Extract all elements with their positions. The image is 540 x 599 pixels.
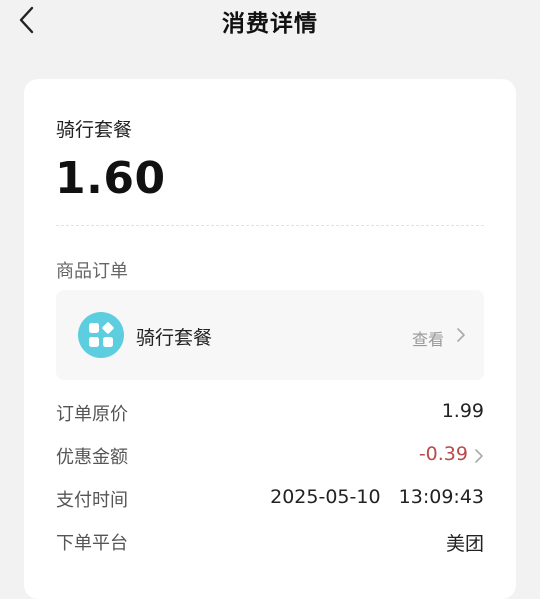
detail-row-original-price: 订单原价 1.99	[56, 400, 484, 426]
consumption-detail-card: 骑行套餐 1.60 商品订单 骑行套餐 查看 订单原价 1.99 优惠金额 -0…	[24, 79, 516, 599]
chevron-right-icon	[457, 328, 465, 342]
amount-value: 1.60	[55, 153, 166, 204]
detail-value: 2025-05-10 13:09:43	[270, 486, 484, 508]
product-order-item[interactable]: 骑行套餐 查看	[56, 290, 484, 380]
page-title: 消费详情	[222, 11, 318, 37]
detail-label: 支付时间	[56, 490, 128, 511]
detail-label: 订单原价	[56, 404, 128, 425]
dashed-divider	[56, 225, 484, 226]
detail-value: 1.99	[441, 400, 484, 422]
order-section-label: 商品订单	[56, 261, 128, 282]
detail-value: 美团	[445, 533, 484, 555]
detail-row-discount[interactable]: 优惠金额 -0.39	[56, 443, 484, 469]
detail-row-platform: 下单平台 美团	[56, 529, 484, 555]
order-item-name: 骑行套餐	[136, 327, 213, 349]
product-name: 骑行套餐	[56, 119, 133, 141]
top-bar: 消费详情	[0, 0, 540, 42]
discount-value: -0.39	[418, 443, 468, 465]
grid-apps-icon	[78, 312, 124, 358]
view-order-link[interactable]: 查看	[412, 326, 444, 350]
detail-label: 下单平台	[56, 533, 128, 554]
detail-label: 优惠金额	[56, 447, 128, 468]
detail-row-payment-time: 支付时间 2025-05-10 13:09:43	[56, 486, 484, 512]
chevron-right-icon	[475, 449, 483, 463]
